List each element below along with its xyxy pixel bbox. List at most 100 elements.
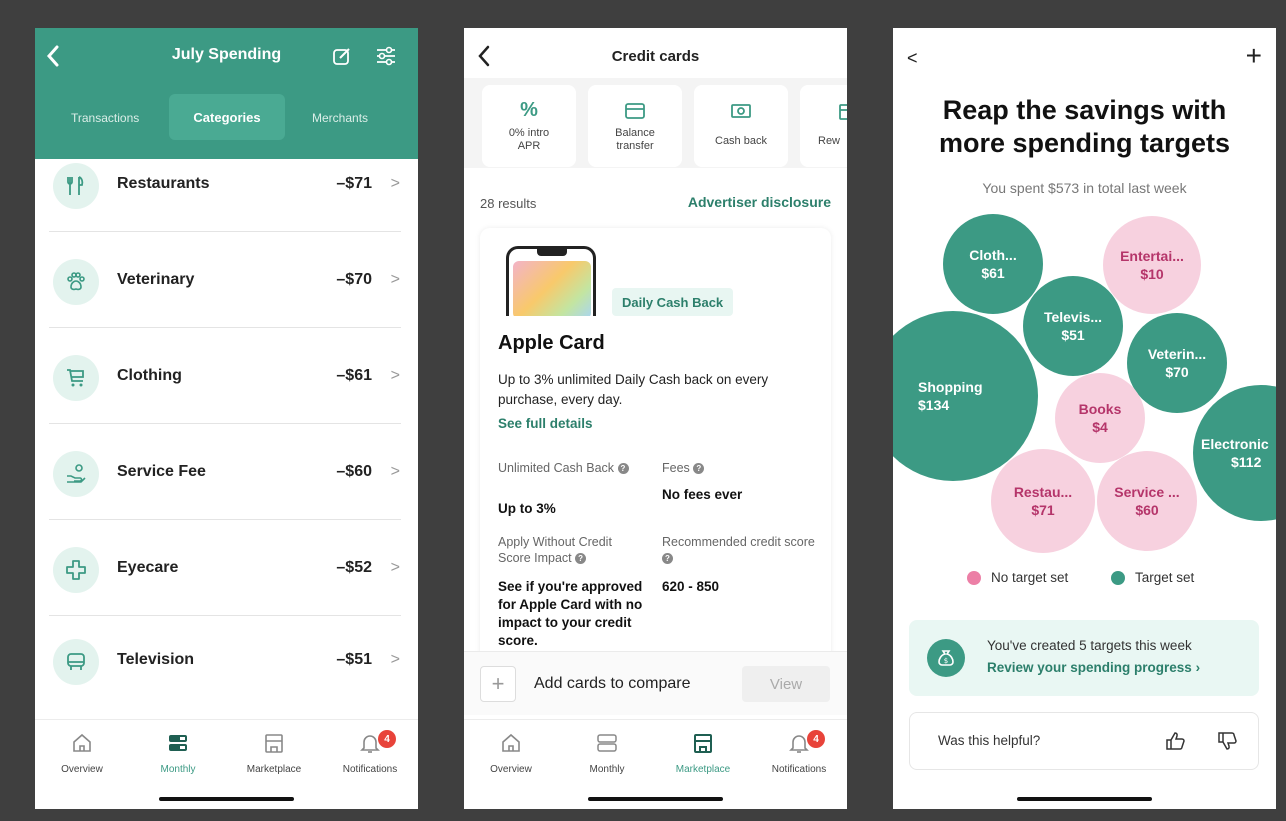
category-amount: –$60 [336,463,372,480]
home-indicator [159,797,294,801]
card-description: Up to 3% unlimited Daily Cash back on ev… [498,372,769,407]
thumbs-down-icon[interactable] [1216,729,1240,753]
chevron-right-icon: > [390,367,400,384]
medical-cross-icon [53,547,99,593]
card-type-rewards[interactable]: Rew [800,85,847,167]
add-card-button[interactable]: + [480,666,516,702]
notification-badge: 4 [378,730,396,748]
nav-notifications[interactable]: 4 Notifications [325,730,415,775]
category-amount: –$70 [336,271,372,288]
chevron-right-icon: > [390,651,400,668]
card-type-balance-transfer[interactable]: Balance transfer [588,85,682,167]
card-type-cash-back[interactable]: Cash back [694,85,788,167]
cash-icon [694,99,788,123]
apple-card-image [506,246,596,316]
bell-icon [325,732,415,758]
bubble-service-fee[interactable]: Service ... $60 [1097,451,1197,551]
filter-button[interactable] [375,45,397,67]
card-type-label: 0% intro APR [508,127,550,152]
nav-notifications[interactable]: 4 Notifications [754,730,844,775]
bubble-label: Electronic [1201,436,1269,452]
help-icon: ? [693,463,705,475]
chevron-right-icon: > [390,463,400,480]
bubble-value: $60 [1135,502,1159,518]
legend-target: Target set [1135,570,1195,585]
divider [49,615,401,616]
category-row-eyecare[interactable]: Eyecare –$52 > [35,543,418,639]
review-progress-link[interactable]: Review your spending progress › [987,660,1200,675]
feature-label: Fees ? [662,460,705,476]
view-button[interactable]: View [742,666,830,702]
nav-monthly[interactable]: Monthly [562,732,652,775]
calendar-icon [133,732,223,758]
see-full-details-link[interactable]: See full details [498,416,593,431]
progress-text: You've created 5 targets this week [987,638,1192,653]
category-row-clothing[interactable]: Clothing –$61 > [35,351,418,447]
nav-overview[interactable]: Overview [466,732,556,775]
calendar-icon [562,732,652,758]
bubble-television[interactable]: Televis... $51 [1023,276,1123,376]
paw-icon [53,259,99,305]
category-row-service-fee[interactable]: Service Fee –$60 > [35,447,418,543]
tab-transactions[interactable]: Transactions [71,111,139,125]
bubble-entertainment[interactable]: Entertai... $10 [1103,216,1201,314]
bubble-electronics[interactable]: Electronic $112 [1193,385,1276,521]
hand-coin-icon [53,451,99,497]
bubble-value: $4 [1092,419,1108,435]
nav-marketplace[interactable]: Marketplace [658,732,748,775]
nav-monthly[interactable]: Monthly [133,732,223,775]
money-bag-icon: $ [927,639,965,677]
bubble-value: $112 [1231,454,1262,470]
home-icon [466,732,556,758]
compare-bar: + Add cards to compare View [464,651,847,715]
category-amount: –$51 [336,651,372,668]
bubble-restaurants[interactable]: Restau... $71 [991,449,1095,553]
divider [49,231,401,232]
category-row-veterinary[interactable]: Veterinary –$70 > [35,255,418,351]
bubble-value: $61 [981,265,1005,281]
spent-subtitle: You spent $573 in total last week [982,180,1187,196]
compare-label: Add cards to compare [534,675,691,692]
thumbs-up-icon[interactable] [1164,729,1188,753]
divider [49,423,401,424]
tab-categories[interactable]: Categories [169,94,285,140]
cart-icon [53,355,99,401]
gift-icon [800,99,847,123]
feedback-box: Was this helpful? [909,712,1259,770]
bubble-veterinary[interactable]: Veterin... $70 [1127,313,1227,413]
back-button[interactable]: < [907,48,918,69]
edit-icon [333,48,350,65]
card-type-label: Cash back [715,135,767,147]
bubble-clothing[interactable]: Cloth... $61 [943,214,1043,314]
category-amount: –$61 [336,367,372,384]
card-type-intro-apr[interactable]: % 0% intro APR [482,85,576,167]
card-type-label: Rew [818,135,841,147]
add-target-button[interactable]: + [1246,40,1262,72]
nav-label: Monthly [160,764,196,775]
feature-value: See if you're approved for Apple Card wi… [498,579,643,648]
feature-value: Up to 3% [498,501,556,516]
nav-marketplace[interactable]: Marketplace [229,732,319,775]
nav-overview[interactable]: Overview [37,732,127,775]
edit-button[interactable] [331,45,353,67]
category-name: Television [117,651,195,668]
card-type-label: Balance transfer [615,127,655,152]
bubble-label: Veterin... [1147,346,1207,362]
page-title: July Spending [171,46,282,63]
category-name: Service Fee [117,463,206,480]
feature-value: No fees ever [662,487,743,502]
bubble-label: Shopping [918,379,983,395]
home-indicator [1017,797,1152,801]
category-amount: –$71 [336,175,372,192]
nav-label: Monthly [589,764,625,775]
bubble-books[interactable]: Books $4 [1055,373,1145,463]
chevron-right-icon: > [390,175,400,192]
tab-merchants[interactable]: Merchants [312,111,368,125]
store-icon [229,732,319,758]
advertiser-disclosure-link[interactable]: Advertiser disclosure [688,194,831,210]
bubble-value: $51 [1061,327,1085,343]
bubble-label: Televis... [1043,309,1103,325]
progress-banner[interactable]: $ You've created 5 targets this week Rev… [909,620,1259,696]
category-row-restaurants[interactable]: Restaurants –$71 > [35,159,418,255]
bubble-label: Books [1078,401,1122,417]
